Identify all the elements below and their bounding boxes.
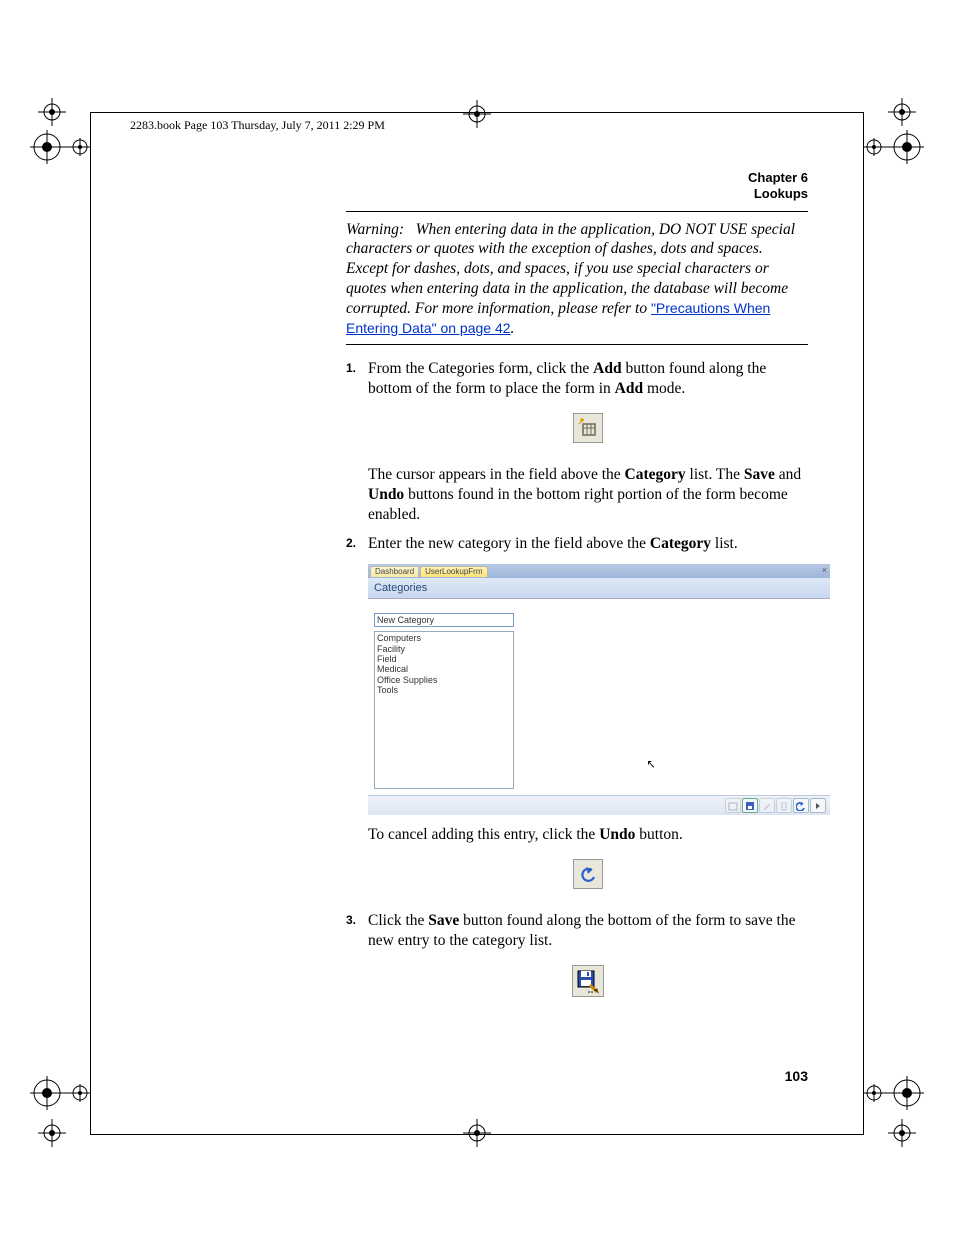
page-frame-border — [863, 112, 864, 1135]
undo-button-icon — [573, 859, 603, 889]
crop-mark-icon — [888, 1119, 916, 1147]
chapter-header: Chapter 6 Lookups — [346, 170, 808, 203]
step-number: 3. — [346, 913, 356, 928]
save-button-icon — [572, 965, 604, 997]
registration-mark-icon — [864, 1076, 924, 1115]
crop-mark-icon — [888, 98, 916, 126]
divider — [346, 344, 808, 345]
crop-mark-icon — [463, 1119, 491, 1147]
tab-dashboard[interactable]: Dashboard — [370, 566, 419, 577]
warning-paragraph: Warning: When entering data in the appli… — [346, 220, 808, 339]
form-toolbar — [368, 795, 830, 815]
divider — [346, 211, 808, 212]
page-frame-border — [90, 1134, 864, 1135]
step-2: 2. Enter the new category in the field a… — [346, 534, 808, 895]
registration-mark-icon — [30, 1076, 90, 1115]
list-item[interactable]: Tools — [377, 685, 511, 695]
step-number: 1. — [346, 361, 356, 376]
list-item[interactable]: Computers — [377, 633, 511, 643]
toolbar-save-button[interactable] — [742, 798, 758, 813]
step-3: 3. Click the Save button found along the… — [346, 911, 808, 1002]
warning-after: . — [511, 320, 515, 337]
chapter-number: Chapter 6 — [346, 170, 808, 186]
new-category-input[interactable] — [374, 613, 514, 627]
crop-mark-icon — [38, 1119, 66, 1147]
step-number: 2. — [346, 536, 356, 551]
category-list[interactable]: Computers Facility Field Medical Office … — [374, 631, 514, 789]
registration-mark-icon — [30, 130, 90, 169]
warning-label: Warning: — [346, 221, 404, 238]
toolbar-next-button[interactable] — [810, 798, 826, 813]
toolbar-add-button[interactable] — [725, 798, 741, 813]
step-text: Click the Save button found along the bo… — [368, 911, 808, 951]
toolbar-edit-button[interactable] — [759, 798, 775, 813]
crop-mark-icon — [463, 100, 491, 128]
list-item[interactable]: Office Supplies — [377, 675, 511, 685]
step-1: 1. From the Categories form, click the A… — [346, 359, 808, 524]
toolbar-undo-button[interactable] — [793, 798, 809, 813]
tab-userlookupfrm[interactable]: UserLookupFrm — [420, 566, 487, 577]
page-frame-border — [90, 112, 91, 1135]
step-text: The cursor appears in the field above th… — [368, 465, 808, 524]
chapter-title: Lookups — [346, 186, 808, 202]
step-text: From the Categories form, click the Add … — [368, 359, 808, 399]
page-frame-border — [90, 112, 864, 113]
list-item[interactable]: Medical — [377, 664, 511, 674]
form-title: Categories — [368, 578, 830, 599]
categories-form-screenshot: Dashboard UserLookupFrm × Categories Com… — [368, 564, 830, 815]
step-text: To cancel adding this entry, click the U… — [368, 825, 808, 845]
registration-mark-icon — [864, 130, 924, 169]
list-item[interactable]: Facility — [377, 644, 511, 654]
page-number: 103 — [785, 1068, 808, 1086]
toolbar-delete-button[interactable] — [776, 798, 792, 813]
cursor-arrow-icon: ↖ — [647, 757, 656, 772]
running-head: 2283.book Page 103 Thursday, July 7, 201… — [130, 118, 385, 133]
step-text: Enter the new category in the field abov… — [368, 534, 808, 554]
close-icon[interactable]: × — [822, 565, 827, 577]
tab-bar: Dashboard UserLookupFrm × — [368, 564, 830, 578]
crop-mark-icon — [38, 98, 66, 126]
add-button-icon — [573, 413, 603, 443]
list-item[interactable]: Field — [377, 654, 511, 664]
